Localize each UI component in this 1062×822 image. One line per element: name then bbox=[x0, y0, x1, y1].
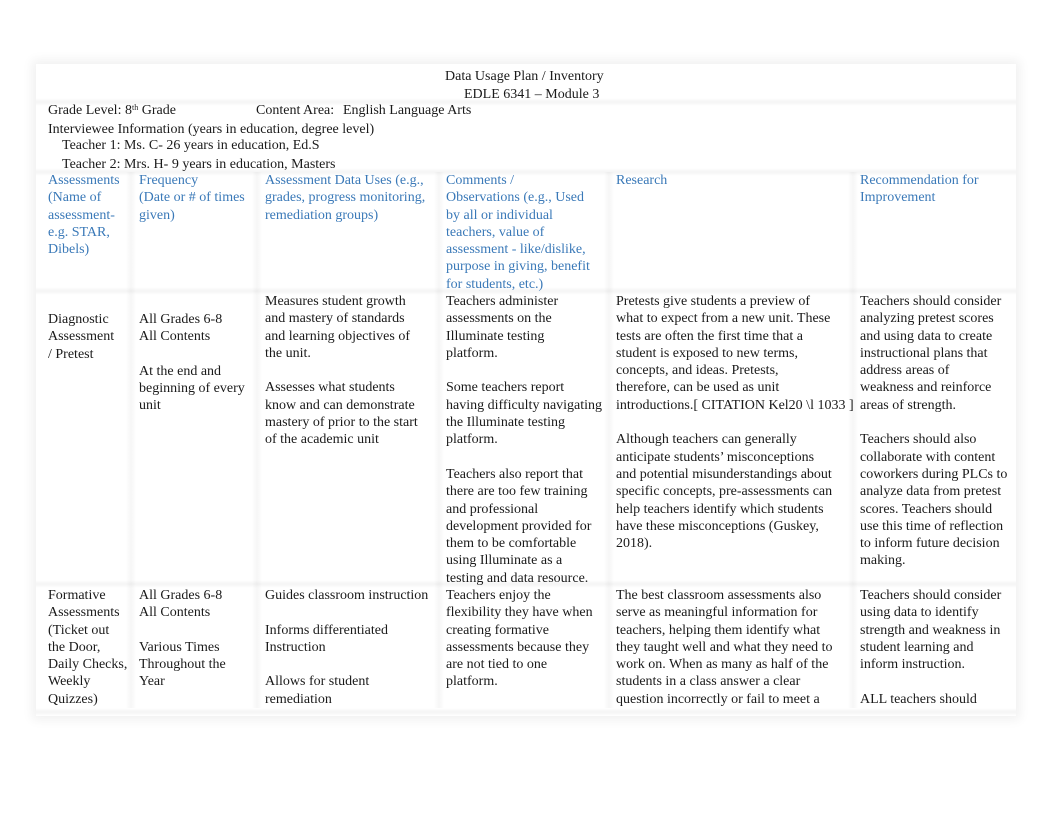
grade-level-label: Grade Level: 8 bbox=[48, 103, 132, 118]
column-rule bbox=[604, 172, 614, 708]
column-rule bbox=[252, 172, 262, 708]
header-data-uses: Assessment Data Uses (e.g., grades, prog… bbox=[265, 173, 426, 223]
table-row-2-data-uses: Guides classroom instruction Informs dif… bbox=[265, 588, 429, 707]
table-row-1-comments: Teachers administer assessments on the I… bbox=[446, 294, 603, 586]
content-area-label: Content Area: bbox=[256, 103, 335, 118]
grade-level-suffix: Grade bbox=[138, 103, 176, 118]
column-rule bbox=[126, 172, 136, 708]
table-row-2-frequency: All Grades 6-8 All Contents Various Time… bbox=[139, 588, 226, 690]
table-row-2-assessment: Formative Assessments (Ticket out the Do… bbox=[48, 588, 128, 707]
header-comments: Comments / Observations (e.g., Used by a… bbox=[446, 173, 590, 292]
table-row-1-frequency: All Grades 6-8 All Contents At the end a… bbox=[139, 312, 245, 414]
table-row-1-data-uses: Measures student growth and mastery of s… bbox=[265, 294, 418, 448]
table-row-1-assessment: Diagnostic Assessment / Pretest bbox=[48, 312, 115, 362]
header-assessments: Assessments (Name of assessment- e.g. ST… bbox=[48, 173, 120, 258]
table-row-2-comments: Teachers enjoy the flexibility they have… bbox=[446, 588, 593, 690]
interviewee-heading: Interviewee Information (years in educat… bbox=[48, 122, 375, 137]
grade-level: Grade Level: 8th Grade bbox=[48, 102, 176, 119]
header-recommendation: Recommendation for Improvement bbox=[860, 173, 979, 206]
column-rule bbox=[434, 172, 444, 708]
document-subtitle: EDLE 6341 – Module 3 bbox=[464, 87, 600, 102]
table-row-2-recommendation: Teachers should consider using data to i… bbox=[860, 588, 1002, 707]
header-frequency: Frequency (Date or # of times given) bbox=[139, 173, 245, 223]
content-area-value: English Language Arts bbox=[343, 103, 472, 118]
document-title: Data Usage Plan / Inventory bbox=[445, 69, 604, 84]
teacher-2-info: Teacher 2: Mrs. H- 9 years in education,… bbox=[62, 157, 336, 172]
table-row-2-research: The best classroom assessments also serv… bbox=[616, 588, 833, 707]
table-row-1-research: Pretests give students a preview of what… bbox=[616, 294, 854, 552]
table-rule bbox=[36, 708, 1016, 716]
table-row-1-recommendation: Teachers should consider analyzing prete… bbox=[860, 294, 1008, 569]
header-research: Research bbox=[616, 173, 668, 188]
teacher-1-info: Teacher 1: Ms. C- 26 years in education,… bbox=[62, 138, 320, 153]
